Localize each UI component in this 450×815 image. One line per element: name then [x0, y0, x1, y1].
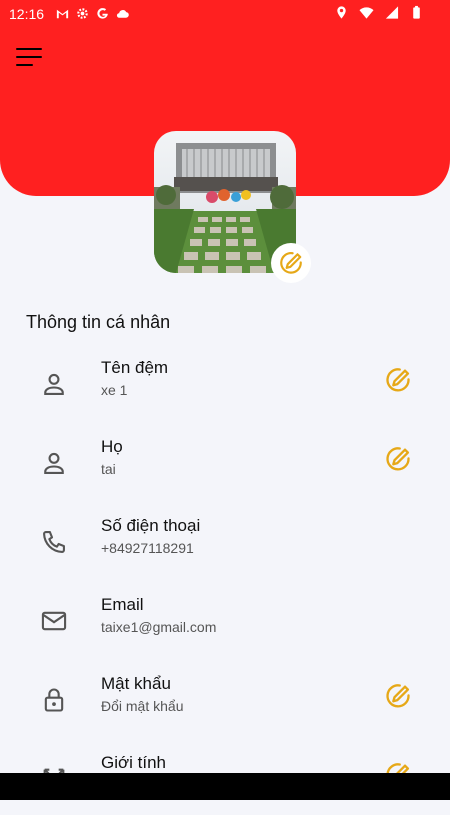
- field-label: Số điện thoại: [101, 516, 201, 535]
- field-label: Mật khẩu: [101, 674, 171, 693]
- wifi-icon: [359, 7, 374, 19]
- field-label: Họ: [101, 437, 123, 456]
- mail-icon: [41, 611, 67, 631]
- field-row-password[interactable]: Mật khẩu Đổi mật khẩu: [0, 674, 450, 736]
- field-row-email: Email taixe1@gmail.com: [0, 595, 450, 657]
- menu-button[interactable]: [16, 46, 46, 68]
- battery-icon: [413, 5, 420, 19]
- field-row-middle-name[interactable]: Tên đệm xe 1: [0, 358, 450, 420]
- field-value: tai: [101, 461, 116, 477]
- field-label: Tên đệm: [101, 358, 169, 377]
- settings-gear-icon: [77, 8, 88, 19]
- field-row-last-name[interactable]: Họ tai: [0, 437, 450, 499]
- signal-icon: [385, 6, 399, 19]
- field-label: Giới tính: [101, 753, 167, 772]
- field-value: xe 1: [101, 382, 128, 398]
- menu-icon-line: [16, 48, 42, 50]
- field-row-phone: Số điện thoại +84927118291: [0, 516, 450, 578]
- field-label: Email: [101, 595, 144, 614]
- status-time: 12:16: [9, 6, 45, 22]
- avatar-edit-button[interactable]: [271, 243, 311, 283]
- location-icon: [337, 6, 346, 19]
- field-value: taixe1@gmail.com: [101, 619, 217, 635]
- menu-icon-line: [16, 64, 33, 66]
- person-icon: [44, 452, 64, 474]
- field-value: +84927118291: [101, 540, 194, 556]
- edit-pencil-icon: [280, 252, 302, 274]
- edit-pencil-icon[interactable]: [384, 366, 412, 394]
- cloud-icon: [116, 10, 129, 18]
- menu-icon-line: [16, 56, 42, 58]
- lock-icon: [44, 688, 64, 712]
- section-title: Thông tin cá nhân: [26, 312, 171, 332]
- field-value: Đổi mật khẩu: [101, 698, 184, 714]
- gmail-icon: [56, 9, 69, 19]
- edit-pencil-icon[interactable]: [384, 682, 412, 710]
- google-icon: [97, 8, 108, 19]
- phone-icon: [43, 531, 65, 553]
- edit-pencil-icon[interactable]: [384, 445, 412, 473]
- status-bar: 12:16: [0, 0, 450, 28]
- system-navigation-bar: [0, 773, 450, 800]
- person-icon: [44, 373, 64, 395]
